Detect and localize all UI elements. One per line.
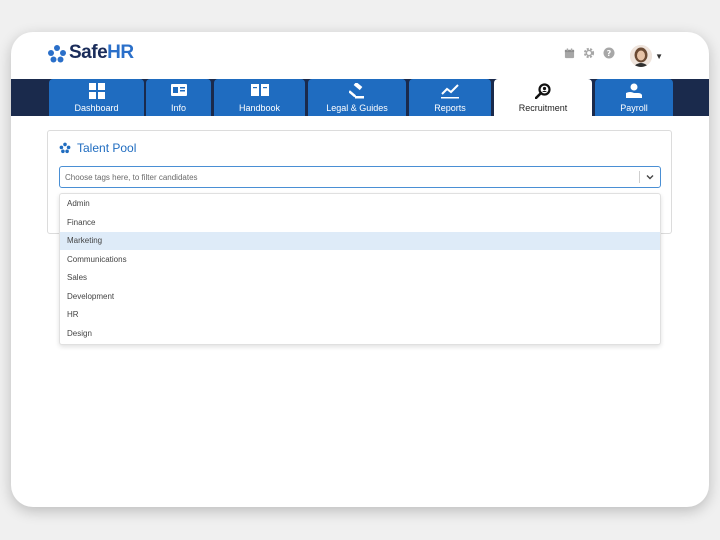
logo-mark-icon bbox=[48, 45, 66, 63]
tab-label: Recruitment bbox=[518, 103, 568, 113]
tab-recruitment[interactable]: Recruitment bbox=[494, 79, 592, 116]
chart-line-icon bbox=[441, 84, 459, 99]
header-icons: ? bbox=[563, 47, 615, 59]
tag-option[interactable]: Admin bbox=[60, 195, 660, 213]
tab-label: Info bbox=[170, 103, 186, 113]
user-menu[interactable]: ▼ bbox=[630, 45, 663, 67]
chevron-down-icon[interactable]: ▼ bbox=[655, 52, 663, 61]
calendar-icon[interactable] bbox=[563, 47, 575, 59]
card-title: Talent Pool bbox=[59, 141, 136, 155]
id-card-icon bbox=[170, 84, 187, 96]
card-title-text: Talent Pool bbox=[77, 141, 137, 155]
tab-legal-guides[interactable]: Legal & Guides bbox=[308, 79, 406, 116]
talent-pool-icon bbox=[59, 142, 71, 154]
tag-filter-input[interactable] bbox=[65, 170, 625, 184]
search-icon bbox=[535, 83, 551, 99]
app-window: SafeHR ? ▼ Dashboard Info Handbook Legal… bbox=[11, 32, 709, 507]
header: SafeHR ? ▼ bbox=[11, 32, 709, 79]
tab-handbook[interactable]: Handbook bbox=[214, 79, 305, 116]
svg-text:?: ? bbox=[607, 49, 612, 58]
logo-text: SafeHR bbox=[69, 42, 134, 63]
grid-icon bbox=[88, 83, 105, 99]
tag-option[interactable]: HR bbox=[60, 306, 660, 324]
gavel-icon bbox=[349, 83, 364, 99]
chevron-down-icon[interactable] bbox=[645, 172, 655, 182]
tab-info[interactable]: Info bbox=[146, 79, 211, 116]
tag-options-dropdown: Admin Finance Marketing Communications S… bbox=[59, 193, 661, 345]
tab-reports[interactable]: Reports bbox=[409, 79, 491, 116]
payroll-icon bbox=[626, 83, 642, 98]
help-icon[interactable]: ? bbox=[603, 47, 615, 59]
logo[interactable]: SafeHR bbox=[47, 42, 134, 64]
tab-label: Dashboard bbox=[74, 103, 119, 113]
tag-filter-select[interactable] bbox=[59, 166, 661, 188]
tag-option[interactable]: Design bbox=[60, 325, 660, 343]
tag-option[interactable]: Finance bbox=[60, 214, 660, 232]
user-avatar[interactable] bbox=[630, 45, 653, 67]
gear-icon[interactable] bbox=[583, 47, 595, 59]
book-icon bbox=[250, 84, 269, 96]
tab-label: Legal & Guides bbox=[326, 103, 388, 113]
tag-option[interactable]: Sales bbox=[60, 269, 660, 287]
tab-label: Handbook bbox=[238, 103, 281, 113]
tag-option[interactable]: Development bbox=[60, 288, 660, 306]
tab-payroll[interactable]: Payroll bbox=[595, 79, 673, 116]
tab-label: Reports bbox=[434, 103, 466, 113]
tag-option[interactable]: Communications bbox=[60, 251, 660, 269]
tab-dashboard[interactable]: Dashboard bbox=[49, 79, 144, 116]
tab-label: Payroll bbox=[620, 103, 648, 113]
main-nav: Dashboard Info Handbook Legal & Guides R… bbox=[11, 79, 709, 116]
select-divider bbox=[639, 171, 640, 183]
tag-option-highlighted[interactable]: Marketing bbox=[60, 232, 660, 250]
